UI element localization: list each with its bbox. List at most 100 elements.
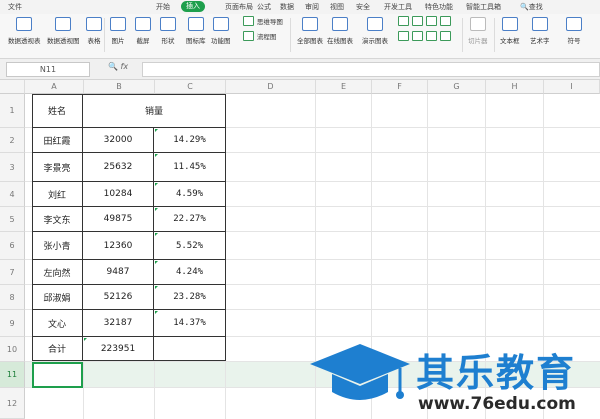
- percent-cell[interactable]: 22.27%: [154, 207, 226, 232]
- tab-features[interactable]: 特色功能: [425, 2, 453, 12]
- percent-cell[interactable]: 14.29%: [154, 128, 226, 153]
- total-value-cell[interactable]: 223951: [83, 337, 154, 361]
- tab-data[interactable]: 数据: [280, 2, 294, 12]
- tab-formulas[interactable]: 公式: [257, 2, 271, 12]
- tab-toolbox[interactable]: 智能工具箱: [466, 2, 501, 12]
- formula-indicator: [155, 311, 158, 314]
- more-chart-types[interactable]: [398, 31, 451, 42]
- demo-charts-button[interactable]: 演示图表: [362, 17, 388, 45]
- line-chart-icon: [398, 16, 409, 26]
- file-menu[interactable]: 文件: [8, 2, 22, 12]
- function-chart-button[interactable]: 功能图: [211, 17, 231, 45]
- percent-cell[interactable]: 4.24%: [154, 260, 226, 285]
- tab-view[interactable]: 视图: [330, 2, 344, 12]
- row-header-2[interactable]: 2: [0, 128, 25, 153]
- icon-library-button[interactable]: 图标库: [186, 17, 206, 45]
- column-header-g[interactable]: G: [428, 80, 486, 94]
- column-header-h[interactable]: H: [486, 80, 544, 94]
- percent-cell[interactable]: 11.45%: [154, 153, 226, 182]
- name-cell[interactable]: 李景亮: [32, 153, 83, 182]
- search-button[interactable]: 🔍查找: [520, 2, 543, 12]
- online-charts-button[interactable]: 在线图表: [327, 17, 353, 45]
- formula-input[interactable]: [142, 62, 600, 77]
- screenshot-button[interactable]: 截屏: [135, 17, 151, 45]
- area-chart-icon: [425, 16, 437, 26]
- value-cell[interactable]: 12360: [83, 232, 154, 260]
- header-name-cell[interactable]: 姓名: [32, 94, 83, 128]
- shapes-icon: [160, 17, 176, 31]
- row-header-11[interactable]: 11: [0, 362, 25, 388]
- total-percent-cell[interactable]: [154, 337, 226, 361]
- zoom-icon[interactable]: 🔍: [108, 62, 118, 71]
- total-label-cell[interactable]: 合计: [32, 337, 83, 361]
- column-header-c[interactable]: C: [155, 80, 226, 94]
- all-charts-button[interactable]: 全部图表: [297, 17, 323, 45]
- table-button[interactable]: 表格: [86, 17, 102, 45]
- tab-insert[interactable]: 插入: [181, 1, 205, 12]
- formula-indicator: [155, 154, 158, 157]
- flowchart-button[interactable]: 流程图: [243, 31, 276, 42]
- value-cell[interactable]: 32187: [83, 310, 154, 337]
- name-cell[interactable]: 田红霞: [32, 128, 83, 153]
- name-cell[interactable]: 文心: [32, 310, 83, 337]
- percent-cell[interactable]: 4.59%: [154, 182, 226, 207]
- textbox-icon: [501, 17, 518, 31]
- scatter-chart-icon: [439, 16, 451, 26]
- fx-icon[interactable]: fx: [121, 62, 129, 71]
- value-cell[interactable]: 49875: [83, 207, 154, 232]
- active-cell[interactable]: [32, 362, 83, 388]
- row-header-8[interactable]: 8: [0, 285, 25, 310]
- name-box[interactable]: N11: [6, 62, 90, 77]
- name-cell[interactable]: 刘红: [32, 182, 83, 207]
- slicer-button[interactable]: 切片器: [468, 17, 488, 45]
- table-icon: [86, 17, 102, 31]
- value-cell[interactable]: 25632: [83, 153, 154, 182]
- symbol-button[interactable]: 符号: [566, 17, 582, 45]
- row-header-10[interactable]: 10: [0, 337, 25, 362]
- row-header-12[interactable]: 12: [0, 388, 25, 419]
- row-header-1[interactable]: 1: [0, 94, 25, 128]
- demo-chart-icon: [367, 17, 383, 31]
- tab-home[interactable]: 开始: [156, 2, 170, 12]
- value-cell[interactable]: 10284: [83, 182, 154, 207]
- row-header-6[interactable]: 6: [0, 232, 25, 260]
- name-cell[interactable]: 李文东: [32, 207, 83, 232]
- name-cell[interactable]: 邱淑娟: [32, 285, 83, 310]
- picture-button[interactable]: 图片: [110, 17, 126, 45]
- column-header-d[interactable]: D: [226, 80, 316, 94]
- select-all-corner[interactable]: [0, 80, 25, 94]
- chart-types-group[interactable]: [398, 16, 451, 27]
- pivot-table-button[interactable]: 数据透视表: [8, 17, 41, 45]
- name-cell[interactable]: 左向然: [32, 260, 83, 285]
- word-art-icon: [531, 17, 548, 31]
- row-header-7[interactable]: 7: [0, 260, 25, 285]
- tab-review[interactable]: 审阅: [305, 2, 319, 12]
- formula-indicator: [155, 233, 158, 236]
- name-cell[interactable]: 张小青: [32, 232, 83, 260]
- mind-map-button[interactable]: 思维导图: [243, 16, 283, 27]
- pie-chart-icon: [411, 16, 423, 26]
- row-header-5[interactable]: 5: [0, 207, 25, 232]
- column-header-e[interactable]: E: [316, 80, 372, 94]
- column-header-i[interactable]: I: [544, 80, 600, 94]
- value-cell[interactable]: 52126: [83, 285, 154, 310]
- header-sales-cell[interactable]: 销量: [83, 94, 226, 128]
- tab-page-layout[interactable]: 页面布局: [225, 2, 253, 12]
- pivot-chart-button[interactable]: 数据透视图: [47, 17, 80, 45]
- word-art-button[interactable]: 艺术字: [530, 17, 550, 45]
- column-header-f[interactable]: F: [372, 80, 428, 94]
- percent-cell[interactable]: 23.28%: [154, 285, 226, 310]
- tab-security[interactable]: 安全: [356, 2, 370, 12]
- textbox-button[interactable]: 文本框: [500, 17, 520, 45]
- column-header-b[interactable]: B: [84, 80, 155, 94]
- value-cell[interactable]: 32000: [83, 128, 154, 153]
- row-header-3[interactable]: 3: [0, 153, 25, 182]
- row-header-9[interactable]: 9: [0, 310, 25, 337]
- column-header-a[interactable]: A: [25, 80, 84, 94]
- percent-cell[interactable]: 14.37%: [154, 310, 226, 337]
- percent-cell[interactable]: 5.52%: [154, 232, 226, 260]
- value-cell[interactable]: 9487: [83, 260, 154, 285]
- tab-developer[interactable]: 开发工具: [384, 2, 412, 12]
- row-header-4[interactable]: 4: [0, 182, 25, 207]
- shapes-button[interactable]: 形状: [160, 17, 176, 45]
